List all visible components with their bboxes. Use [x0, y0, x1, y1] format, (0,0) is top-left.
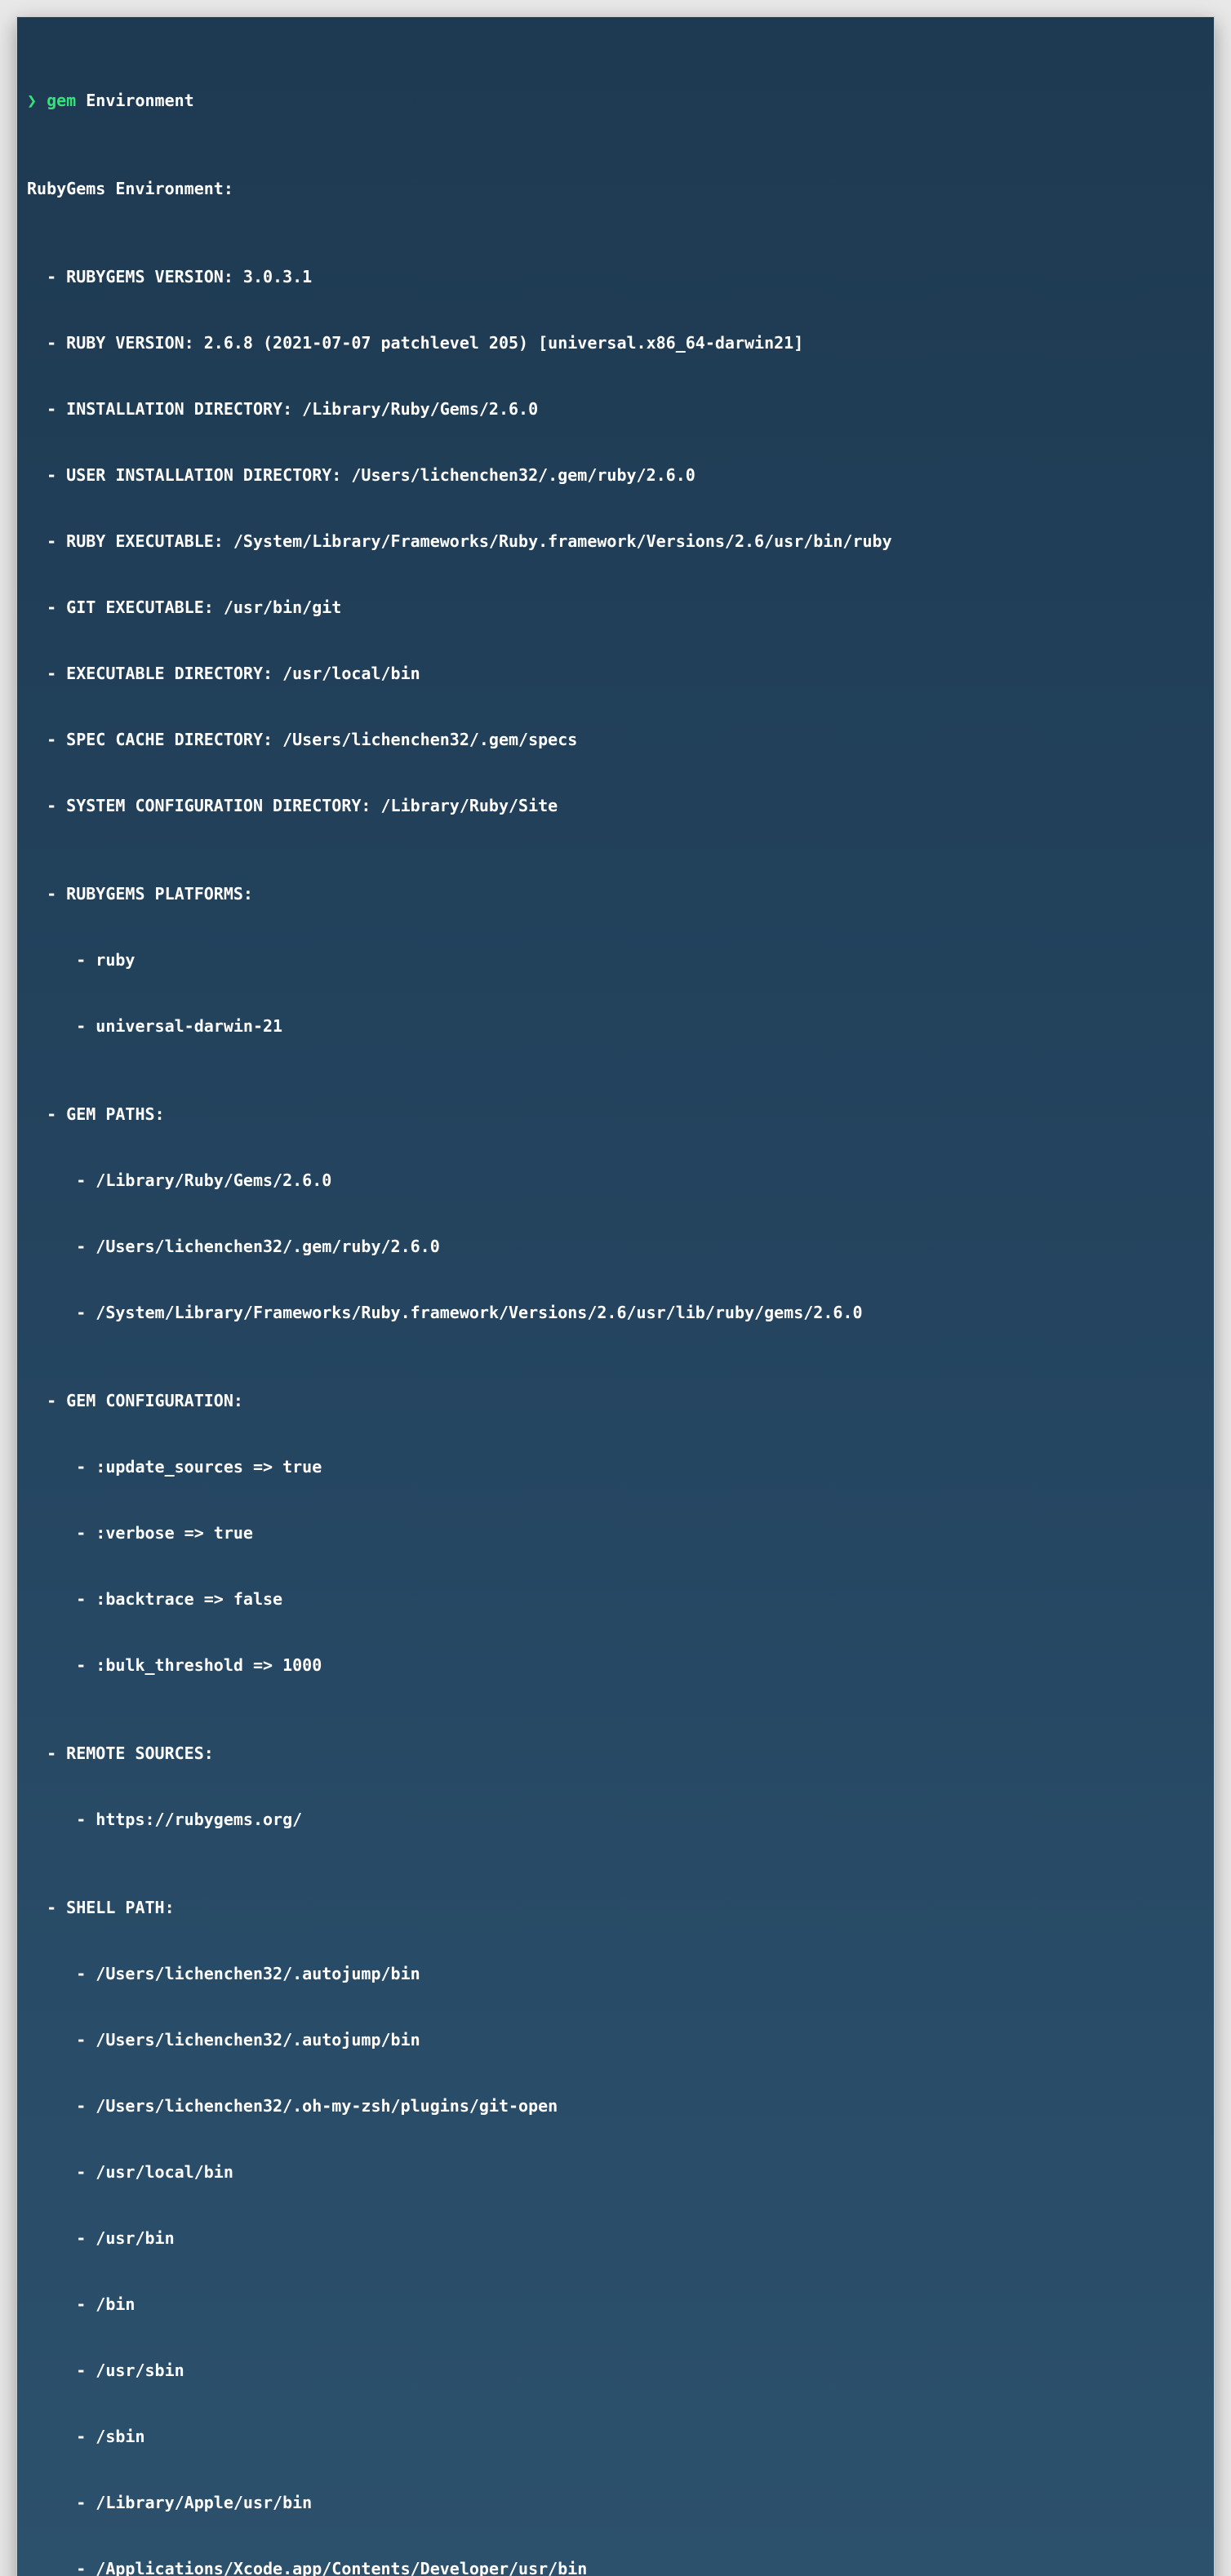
rubygems-platform-item: - ruby: [27, 949, 1204, 971]
shell-path-item: - /usr/sbin: [27, 2360, 1204, 2382]
gem-configuration-label: - GEM CONFIGURATION:: [27, 1390, 1204, 1412]
command-name: gem: [47, 91, 76, 110]
gem-configuration-item: - :backtrace => false: [27, 1588, 1204, 1610]
ruby-executable: - RUBY EXECUTABLE: /System/Library/Frame…: [27, 531, 1204, 553]
installation-directory: - INSTALLATION DIRECTORY: /Library/Ruby/…: [27, 398, 1204, 420]
prompt-caret-icon: ❯: [27, 91, 37, 110]
command-arg: Environment: [86, 91, 193, 110]
env-header: RubyGems Environment:: [27, 178, 1204, 200]
prompt-line[interactable]: ❯ gem Environment: [27, 90, 1204, 112]
shell-path-item: - /Users/lichenchen32/.autojump/bin: [27, 2029, 1204, 2051]
shell-path-item: - /Users/lichenchen32/.oh-my-zsh/plugins…: [27, 2095, 1204, 2117]
shell-path-label: - SHELL PATH:: [27, 1897, 1204, 1919]
gem-path-item: - /System/Library/Frameworks/Ruby.framew…: [27, 1302, 1204, 1324]
gem-paths-label: - GEM PATHS:: [27, 1104, 1204, 1126]
git-executable: - GIT EXECUTABLE: /usr/bin/git: [27, 597, 1204, 619]
user-installation-directory: - USER INSTALLATION DIRECTORY: /Users/li…: [27, 464, 1204, 486]
system-configuration-directory: - SYSTEM CONFIGURATION DIRECTORY: /Libra…: [27, 795, 1204, 817]
shell-path-item: - /usr/local/bin: [27, 2161, 1204, 2183]
remote-source-item: - https://rubygems.org/: [27, 1809, 1204, 1831]
executable-directory: - EXECUTABLE DIRECTORY: /usr/local/bin: [27, 663, 1204, 685]
shell-path-item: - /sbin: [27, 2426, 1204, 2448]
shell-path-item: - /usr/bin: [27, 2227, 1204, 2250]
ruby-version: - RUBY VERSION: 2.6.8 (2021-07-07 patchl…: [27, 332, 1204, 354]
gem-configuration-item: - :bulk_threshold => 1000: [27, 1654, 1204, 1677]
gem-path-item: - /Users/lichenchen32/.gem/ruby/2.6.0: [27, 1236, 1204, 1258]
rubygems-platform-item: - universal-darwin-21: [27, 1015, 1204, 1037]
rubygems-platforms-label: - RUBYGEMS PLATFORMS:: [27, 883, 1204, 905]
remote-sources-label: - REMOTE SOURCES:: [27, 1743, 1204, 1765]
shell-path-item: - /bin: [27, 2294, 1204, 2316]
shell-path-item: - /Library/Apple/usr/bin: [27, 2492, 1204, 2514]
shell-path-item: - /Users/lichenchen32/.autojump/bin: [27, 1963, 1204, 1985]
terminal-window[interactable]: ❯ gem Environment RubyGems Environment: …: [16, 16, 1215, 2576]
rubygems-version: - RUBYGEMS VERSION: 3.0.3.1: [27, 266, 1204, 288]
gem-path-item: - /Library/Ruby/Gems/2.6.0: [27, 1170, 1204, 1192]
gem-configuration-item: - :update_sources => true: [27, 1456, 1204, 1478]
spec-cache-directory: - SPEC CACHE DIRECTORY: /Users/lichenche…: [27, 729, 1204, 751]
shell-path-item: - /Applications/Xcode.app/Contents/Devel…: [27, 2558, 1204, 2576]
gem-configuration-item: - :verbose => true: [27, 1522, 1204, 1544]
